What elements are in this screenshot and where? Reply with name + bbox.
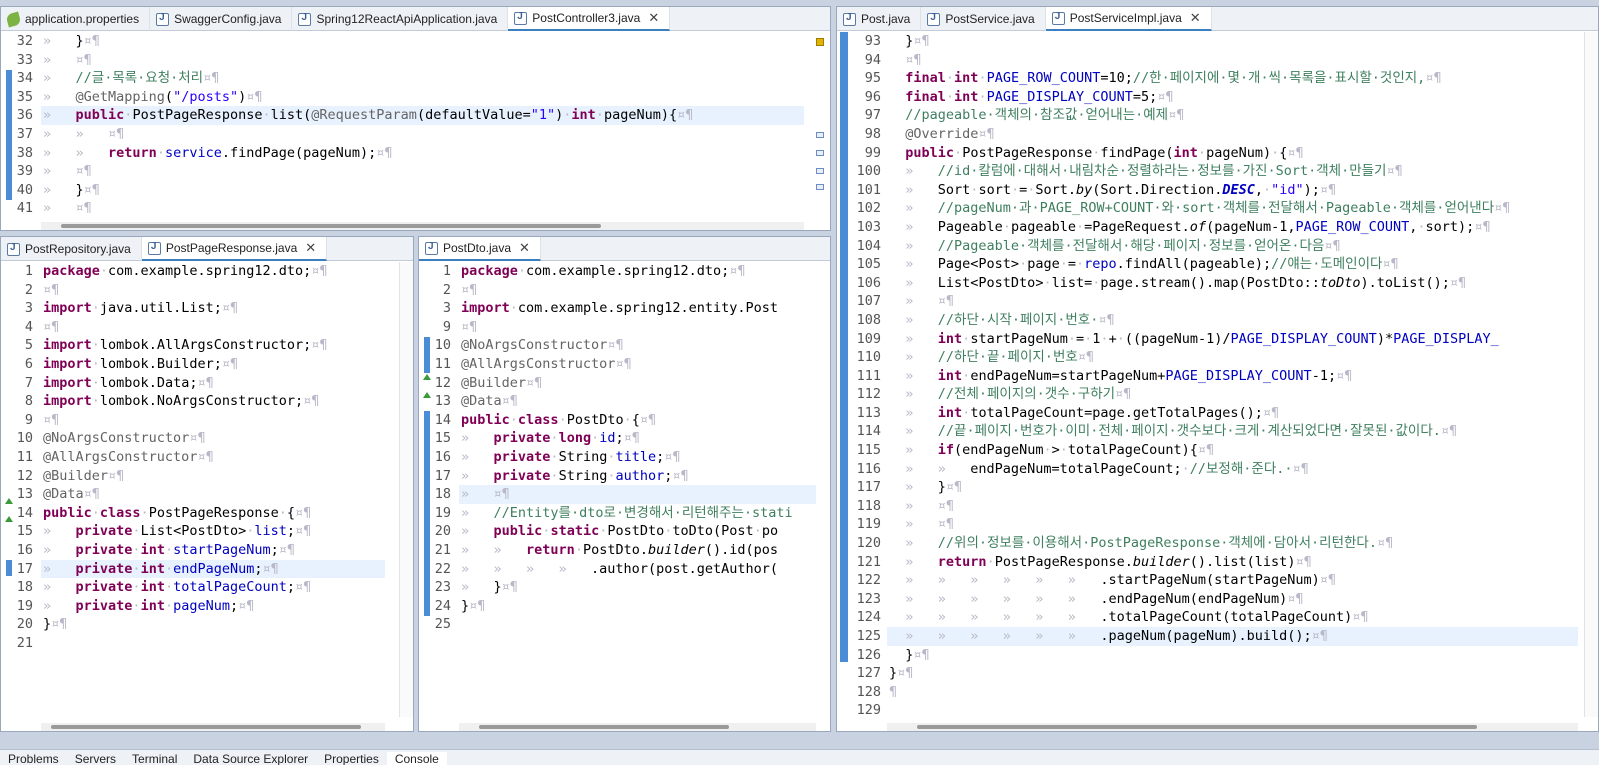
overview-ruler-mark[interactable] — [816, 150, 824, 156]
line-numbers: 123⊕91011121314151617181920⊖2122232425 — [434, 263, 451, 633]
java-file-icon — [156, 12, 170, 26]
tab-problems[interactable]: Problems — [0, 752, 67, 765]
java-file-icon — [514, 11, 528, 25]
bottom-view-tabbar: Problems Servers Terminal Data Source Ex… — [0, 749, 1599, 765]
editor-tabbar: PostRepository.java PostPageResponse.jav… — [1, 237, 413, 261]
horizontal-scrollbar[interactable] — [459, 723, 816, 731]
properties-file-icon — [5, 11, 22, 27]
editor-pane-postpageresponse[interactable]: PostRepository.java PostPageResponse.jav… — [0, 236, 414, 732]
java-file-icon — [927, 12, 941, 26]
editor-pane-postserviceimpl[interactable]: Post.java PostService.java PostServiceIm… — [836, 6, 1599, 732]
overview-ruler-mark[interactable] — [816, 132, 824, 138]
tab-data-source-explorer[interactable]: Data Source Explorer — [185, 752, 316, 765]
line-numbers: 939495969798⊖991001011021031041051061071… — [856, 33, 881, 719]
warning-marker[interactable] — [816, 38, 824, 46]
code-editor[interactable]: 123⊖456789101112131415161718192021 packa… — [1, 262, 413, 731]
tab-servers[interactable]: Servers — [67, 752, 124, 765]
code-editor[interactable]: 939495969798⊖991001011021031041051061071… — [837, 32, 1598, 731]
tab-postrepository[interactable]: PostRepository.java — [1, 237, 142, 261]
tab-post[interactable]: Post.java — [837, 7, 922, 31]
tab-postcontroller3[interactable]: PostController3.java✕ — [508, 7, 671, 31]
editor-pane-postdto[interactable]: PostDto.java✕ 123⊕9101112131415161718192… — [418, 236, 831, 732]
java-file-icon — [147, 241, 161, 255]
vertical-scrollbar[interactable] — [1584, 32, 1598, 717]
tab-console[interactable]: Console — [386, 752, 447, 765]
code-text[interactable]: package·com.example.spring12.dto;¤¶ ¤¶ i… — [41, 262, 385, 731]
tab-application-properties[interactable]: application.properties — [1, 7, 151, 31]
vertical-scrollbar[interactable] — [399, 262, 413, 717]
overview-ruler-mark[interactable] — [816, 184, 824, 190]
tab-postdto[interactable]: PostDto.java✕ — [419, 237, 541, 261]
tab-postserviceimpl[interactable]: PostServiceImpl.java✕ — [1045, 7, 1212, 31]
code-editor[interactable]: 32333435⊖363738394041 » }¤¶ » ¤¶ » //글·목… — [1, 32, 830, 230]
editor-tabbar: PostDto.java✕ — [419, 237, 830, 261]
horizontal-scrollbar[interactable] — [887, 723, 1578, 731]
java-file-icon — [7, 242, 20, 256]
code-text[interactable]: » }¤¶ » ¤¶ » //글·목록·요청·처리¤¶ » @GetMappin… — [41, 32, 804, 230]
line-numbers: 123⊖456789101112131415161718192021 — [16, 263, 33, 651]
java-file-icon — [298, 12, 312, 26]
java-file-icon — [843, 12, 856, 26]
tab-postservice[interactable]: PostService.java — [921, 7, 1046, 31]
editor-tabbar: application.properties SwaggerConfig.jav… — [1, 7, 830, 31]
code-editor[interactable]: 123⊕91011121314151617181920⊖2122232425 p… — [419, 262, 830, 731]
tab-properties[interactable]: Properties — [316, 752, 387, 765]
horizontal-scrollbar[interactable] — [41, 222, 804, 230]
code-text[interactable]: package·com.example.spring12.dto;¤¶ ¤¶ i… — [459, 262, 816, 731]
close-icon[interactable]: ✕ — [648, 10, 659, 26]
java-file-icon — [1051, 11, 1065, 25]
code-text[interactable]: }¤¶ ¤¶ final·int·PAGE_ROW_COUNT=10;//한·페… — [887, 32, 1578, 731]
editor-pane-postcontroller3[interactable]: application.properties SwaggerConfig.jav… — [0, 6, 831, 231]
java-file-icon — [425, 241, 438, 255]
tab-terminal[interactable]: Terminal — [124, 752, 185, 765]
line-numbers: 32333435⊖363738394041 — [16, 33, 33, 217]
close-icon[interactable]: ✕ — [305, 240, 316, 256]
close-icon[interactable]: ✕ — [1190, 10, 1201, 26]
tab-spring12reactapiapplication[interactable]: Spring12ReactApiApplication.java — [292, 7, 509, 31]
editor-tabbar: Post.java PostService.java PostServiceIm… — [837, 7, 1598, 31]
tab-postpageresponse[interactable]: PostPageResponse.java✕ — [141, 237, 328, 261]
close-icon[interactable]: ✕ — [519, 240, 530, 256]
overview-ruler-mark[interactable] — [816, 168, 824, 174]
horizontal-scrollbar[interactable] — [41, 723, 385, 731]
tab-swaggerconfig[interactable]: SwaggerConfig.java — [150, 7, 293, 31]
